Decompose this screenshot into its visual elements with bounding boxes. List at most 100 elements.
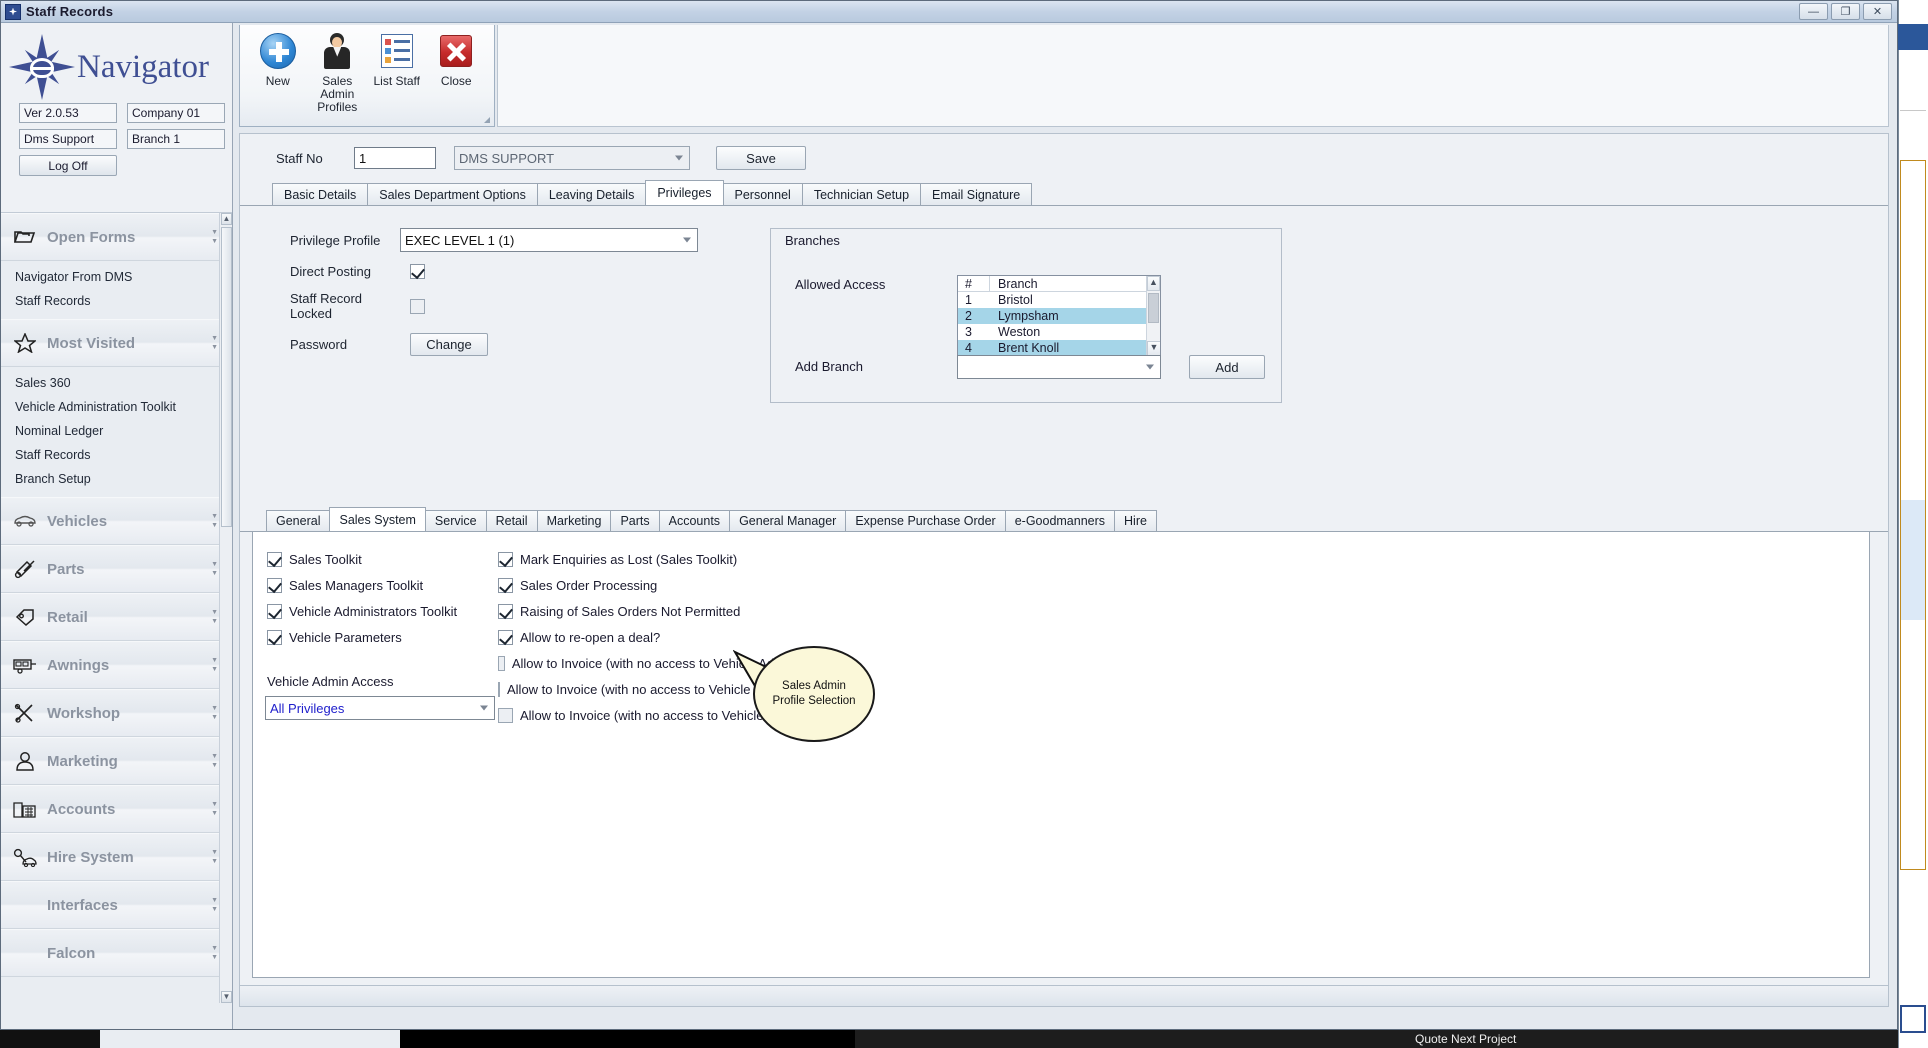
checkbox-sales-toolkit[interactable] [267, 551, 282, 567]
subtab-hire[interactable]: Hire [1114, 510, 1157, 531]
right-check-row[interactable]: Allow to Invoice (with no access to Vehi… [498, 702, 798, 728]
new-button[interactable]: New [250, 31, 306, 114]
sidebar-group-most-visited[interactable]: Most Visited ▼ ▼ [1, 319, 232, 367]
chevron-double-icon[interactable]: ▼ ▼ [211, 704, 218, 722]
tab-basic-details[interactable]: Basic Details [272, 183, 369, 205]
staff-no-input[interactable] [354, 147, 436, 169]
subtab-general[interactable]: General [266, 510, 331, 531]
scroll-down-arrow[interactable]: ▼ [221, 991, 232, 1003]
chevron-double-icon[interactable]: ▼ ▼ [211, 560, 218, 578]
checkbox-allow-to-invoice-with-no-access-to-vehicle-adminis[interactable] [498, 681, 500, 697]
sidebar-item-navigator-from-dms[interactable]: Navigator From DMS [1, 265, 232, 289]
checkbox-vehicle-administrators-toolkit[interactable] [267, 603, 282, 619]
tab-sales-department-options[interactable]: Sales Department Options [367, 183, 538, 205]
allowed-access-grid[interactable]: # Branch 1 Bristol 2 Lympsham 3 Weston 4 Brent K… [957, 275, 1161, 357]
chevron-double-icon[interactable]: ▼ ▼ [211, 608, 218, 626]
subtab-service[interactable]: Service [424, 510, 487, 531]
chevron-double-icon[interactable]: ▼ ▼ [211, 944, 218, 962]
right-check-row[interactable]: Raising of Sales Orders Not Permitted [498, 598, 798, 624]
taskbar-item-label[interactable]: Quote Next Project [855, 1030, 1898, 1048]
sidebar-item-sales-360[interactable]: Sales 360 [1, 371, 232, 395]
sales-admin-profiles-button[interactable]: Sales Admin Profiles [310, 31, 366, 114]
checkbox-allow-to-re-open-a-deal[interactable] [498, 629, 513, 645]
table-row[interactable]: 2 Lympsham [958, 308, 1160, 324]
privilege-profile-combo[interactable]: EXEC LEVEL 1 (1) [400, 228, 698, 252]
chevron-double-icon[interactable]: ▼ ▼ [211, 512, 218, 530]
subtab-retail[interactable]: Retail [485, 510, 538, 531]
log-off-button[interactable]: Log Off [19, 155, 117, 176]
left-check-row[interactable]: Sales Toolkit [267, 546, 517, 572]
sidebar-group-retail[interactable]: Retail ▼ ▼ [1, 593, 232, 641]
close-button[interactable]: ✕ [1863, 3, 1892, 20]
chevron-double-icon[interactable]: ▼ ▼ [211, 800, 218, 818]
checkbox-mark-enquiries-as-lost-sales-toolkit[interactable] [498, 551, 513, 567]
sidebar-group-awnings[interactable]: Awnings ▼ ▼ [1, 641, 232, 689]
sidebar-item-branch-setup[interactable]: Branch Setup [1, 467, 232, 491]
restore-button[interactable]: ❐ [1831, 3, 1860, 20]
chevron-double-icon[interactable]: ▼ ▼ [211, 752, 218, 770]
staff-record-locked-checkbox[interactable] [410, 298, 425, 314]
sidebar-group-accounts[interactable]: Accounts ▼ ▼ [1, 785, 232, 833]
checkbox-allow-to-invoice-with-no-access-to-vehicle-adn[interactable] [498, 707, 513, 723]
checkbox-raising-of-sales-orders-not-permitted[interactable] [498, 603, 513, 619]
minimize-button[interactable]: — [1799, 3, 1828, 20]
sidebar-group-vehicles[interactable]: Vehicles ▼ ▼ [1, 497, 232, 545]
save-button[interactable]: Save [716, 146, 806, 170]
grid-scroll-up-arrow[interactable]: ▲ [1147, 276, 1160, 291]
sidebar-item-vehicle-administration-toolkit[interactable]: Vehicle Administration Toolkit [1, 395, 232, 419]
scroll-thumb[interactable] [221, 227, 232, 527]
grid-scroll-down-arrow[interactable]: ▼ [1147, 341, 1160, 356]
grid-scroll-thumb[interactable] [1148, 293, 1159, 323]
grid-scrollbar[interactable]: ▲ ▼ [1146, 276, 1160, 356]
tab-personnel[interactable]: Personnel [722, 183, 803, 205]
sidebar-group-marketing[interactable]: Marketing ▼ ▼ [1, 737, 232, 785]
subtab-parts[interactable]: Parts [610, 510, 660, 531]
chevron-double-icon[interactable]: ▼ ▼ [211, 848, 218, 866]
subtab-marketing[interactable]: Marketing [536, 510, 612, 531]
staff-name-combo[interactable]: DMS SUPPORT [454, 146, 690, 170]
vehicle-admin-access-combo[interactable]: All Privileges [265, 696, 495, 720]
table-row[interactable]: 3 Weston [958, 324, 1160, 340]
checkbox-vehicle-parameters[interactable] [267, 629, 282, 645]
chevron-double-icon[interactable]: ▼ ▼ [211, 228, 218, 246]
left-check-row[interactable]: Vehicle Administrators Toolkit [267, 598, 517, 624]
right-check-row[interactable]: Allow to re-open a deal? [498, 624, 798, 650]
sidebar-scrollbar[interactable]: ▲ ▼ [219, 213, 232, 1003]
subtab-expense-purchase-order[interactable]: Expense Purchase Order [845, 510, 1006, 531]
sidebar-group-open-forms[interactable]: Open Forms ▼ ▼ [1, 213, 232, 261]
checkbox-allow-to-invoice-with-no-access-to-vehicle-admini[interactable] [498, 655, 505, 671]
subtab-general-manager[interactable]: General Manager [729, 510, 847, 531]
add-branch-button[interactable]: Add [1189, 355, 1265, 379]
sidebar-item-staff-records[interactable]: Staff Records [1, 443, 232, 467]
table-row[interactable]: 4 Brent Knoll [958, 340, 1160, 356]
tab-leaving-details[interactable]: Leaving Details [536, 183, 647, 205]
chevron-double-icon[interactable]: ▼ ▼ [211, 656, 218, 674]
scroll-up-arrow[interactable]: ▲ [221, 213, 232, 225]
direct-posting-checkbox[interactable] [410, 264, 425, 279]
list-staff-button[interactable]: List Staff [369, 31, 425, 114]
sidebar-item-staff-records[interactable]: Staff Records [1, 289, 232, 313]
sidebar-item-nominal-ledger[interactable]: Nominal Ledger [1, 419, 232, 443]
tab-privileges[interactable]: Privileges [645, 180, 724, 205]
close-ribbon-button[interactable]: Close [429, 31, 485, 114]
change-password-button[interactable]: Change [410, 333, 488, 356]
chevron-double-icon[interactable]: ▼ ▼ [211, 334, 218, 352]
sidebar-group-hire-system[interactable]: Hire System ▼ ▼ [1, 833, 232, 881]
checkbox-sales-order-processing[interactable] [498, 577, 513, 593]
chevron-double-icon[interactable]: ▼ ▼ [211, 896, 218, 914]
subtab-accounts[interactable]: Accounts [658, 510, 731, 531]
right-check-row[interactable]: Mark Enquiries as Lost (Sales Toolkit) [498, 546, 798, 572]
left-check-row[interactable]: Sales Managers Toolkit [267, 572, 517, 598]
sidebar-group-interfaces[interactable]: Interfaces ▼ ▼ [1, 881, 232, 929]
tab-email-signature[interactable]: Email Signature [920, 183, 1033, 205]
subtab-e-goodmanners[interactable]: e-Goodmanners [1004, 510, 1116, 531]
checkbox-sales-managers-toolkit[interactable] [267, 577, 282, 593]
tab-technician-setup[interactable]: Technician Setup [801, 183, 922, 205]
ribbon-resize-corner[interactable] [484, 117, 490, 123]
subtab-sales-system[interactable]: Sales System [329, 507, 426, 531]
sidebar-group-workshop[interactable]: Workshop ▼ ▼ [1, 689, 232, 737]
left-check-row[interactable]: Vehicle Parameters [267, 624, 517, 650]
sidebar-group-falcon[interactable]: Falcon ▼ ▼ [1, 929, 232, 977]
add-branch-combo[interactable] [957, 355, 1161, 379]
right-check-row[interactable]: Sales Order Processing [498, 572, 798, 598]
